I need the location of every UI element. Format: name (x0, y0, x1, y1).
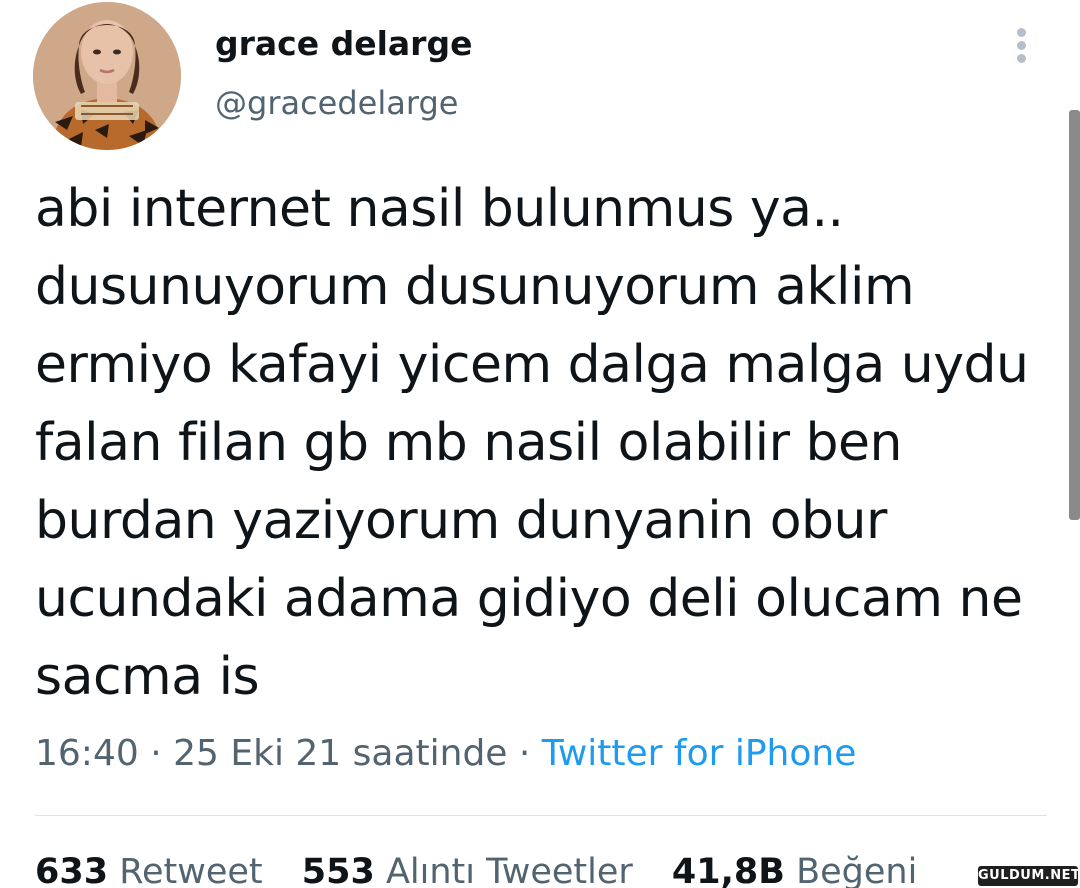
tweet: grace delarge @gracedelarge abi internet… (0, 0, 1080, 888)
watermark-logo: GULDUM.NET (978, 866, 1080, 886)
tweet-time[interactable]: 16:40 (35, 733, 139, 774)
quotes-stat[interactable]: 553 Alıntı Tweetler (302, 852, 633, 888)
retweets-label: Retweet (119, 852, 263, 888)
scrollbar[interactable] (1069, 110, 1080, 520)
quotes-label: Alıntı Tweetler (385, 852, 633, 888)
retweets-count: 633 (35, 852, 109, 888)
divider (35, 815, 1047, 816)
avatar[interactable] (33, 2, 181, 150)
likes-count: 41,8B (671, 852, 785, 888)
tweet-source-link[interactable]: Twitter for iPhone (542, 733, 857, 774)
likes-label: Beğeni (796, 852, 918, 888)
tweet-meta: 16:40 · 25 Eki 21 saatinde · Twitter for… (35, 733, 856, 774)
likes-stat[interactable]: 41,8B Beğeni (672, 852, 917, 888)
user-handle[interactable]: @gracedelarge (215, 84, 458, 122)
quotes-count: 553 (301, 852, 375, 888)
meta-separator: · (507, 733, 542, 774)
avatar-image (33, 2, 181, 150)
display-name[interactable]: grace delarge (215, 24, 472, 63)
tweet-date[interactable]: 25 Eki 21 saatinde (173, 733, 507, 774)
tweet-text: abi internet nasil bulunmus ya.. dusunuy… (35, 179, 1029, 707)
tweet-stats: 633 Retweet 553 Alıntı Tweetler 41,8B Be… (35, 852, 945, 888)
more-vertical-icon[interactable] (1010, 26, 1034, 66)
retweets-stat[interactable]: 633 Retweet (35, 852, 263, 888)
meta-separator: · (138, 733, 174, 774)
